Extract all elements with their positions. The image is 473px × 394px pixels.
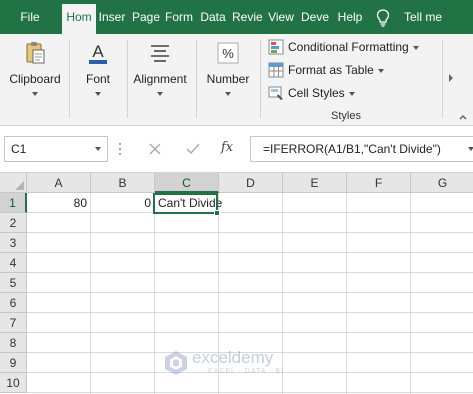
row-header-1[interactable]: 1 — [0, 193, 27, 213]
fill-handle[interactable] — [214, 210, 220, 216]
gridline — [27, 392, 473, 393]
align-icon — [151, 45, 169, 62]
ribbon-divider — [442, 40, 443, 118]
exceldemy-watermark: exceldemy EXCEL · DATA · BI — [164, 348, 304, 380]
tab-data[interactable]: Data — [198, 0, 228, 34]
row-header-10[interactable]: 10 — [0, 373, 27, 393]
row-header-6[interactable]: 6 — [0, 293, 27, 313]
tab-page-layout[interactable]: Page — [131, 0, 161, 34]
tab-review[interactable]: Revie — [232, 0, 262, 34]
name-box-value: C1 — [11, 142, 27, 156]
row-header-9[interactable]: 9 — [0, 353, 27, 373]
cell-styles-label: Cell Styles — [288, 86, 345, 100]
font-color-icon: A — [89, 42, 107, 64]
chevron-down-icon — [32, 92, 38, 96]
insert-function-icon[interactable]: fx — [221, 138, 239, 158]
format-table-icon — [268, 62, 284, 78]
ribbon-home: Clipboard A Font Alignment % Number Cond… — [0, 34, 473, 126]
formula-bar-grip-icon[interactable] — [118, 140, 122, 158]
active-cell-border — [153, 193, 218, 214]
conditional-formatting-label: Conditional Formatting — [288, 40, 409, 54]
alignment-button[interactable]: Alignment — [128, 38, 192, 98]
chevron-down-icon — [377, 68, 384, 73]
column-header-c[interactable]: C — [155, 173, 219, 193]
alignment-label: Alignment — [133, 72, 187, 86]
row-header-3[interactable]: 3 — [0, 233, 27, 253]
chevron-down-icon — [225, 92, 231, 96]
row-header-7[interactable]: 7 — [0, 313, 27, 333]
font-button[interactable]: A Font — [70, 38, 126, 98]
cell-styles-icon — [268, 86, 283, 100]
tab-file[interactable]: File — [8, 0, 52, 34]
row-header-5[interactable]: 5 — [0, 273, 27, 293]
column-header-e[interactable]: E — [283, 173, 347, 193]
name-box[interactable]: C1 — [4, 136, 108, 162]
svg-text:A: A — [92, 42, 104, 61]
number-button[interactable]: % Number — [199, 38, 257, 98]
tab-formulas[interactable]: Form — [165, 0, 193, 34]
clipboard-button[interactable]: Clipboard — [2, 38, 68, 98]
select-all-triangle-icon — [15, 181, 24, 190]
column-header-f[interactable]: F — [347, 173, 411, 193]
formula-bar: C1 fx =IFERROR(A1/B1,"Can't Divide") — [0, 126, 473, 172]
format-as-table-label: Format as Table — [288, 63, 374, 77]
conditional-formatting-icon — [268, 39, 284, 55]
watermark-name: exceldemy — [192, 348, 274, 367]
exceldemy-logo-icon — [165, 351, 187, 375]
column-header-b[interactable]: B — [91, 173, 155, 193]
tell-me-search[interactable]: Tell me — [404, 0, 442, 34]
expand-formula-bar-icon[interactable] — [468, 147, 473, 151]
clipboard-label: Clipboard — [9, 72, 61, 86]
ribbon-tab-bar: File Hom Inser Page Form Data Revie View… — [0, 0, 473, 34]
chevron-down-icon[interactable] — [95, 147, 101, 151]
watermark-tagline: EXCEL · DATA · BI — [208, 368, 284, 375]
gridline — [27, 332, 473, 333]
tab-view[interactable]: View — [266, 0, 296, 34]
styles-group-label: Styles — [331, 110, 361, 122]
ribbon-scroll-right-icon[interactable] — [449, 74, 453, 82]
svg-text:%: % — [222, 46, 234, 61]
clipboard-group: Clipboard — [2, 34, 68, 124]
cancel-icon[interactable] — [146, 140, 164, 158]
column-header-d[interactable]: D — [219, 173, 283, 193]
ribbon-divider — [196, 40, 197, 118]
lightbulb-icon[interactable] — [376, 9, 390, 27]
chevron-down-icon — [412, 45, 419, 50]
tab-home[interactable]: Hom — [62, 4, 96, 34]
tab-developer[interactable]: Deve — [300, 0, 330, 34]
gridline — [27, 252, 473, 253]
column-header-g[interactable]: G — [411, 173, 473, 193]
chevron-down-icon — [95, 92, 101, 96]
row-header-2[interactable]: 2 — [0, 213, 27, 233]
percent-icon: % — [217, 42, 239, 64]
gridline — [90, 193, 91, 394]
alignment-group: Alignment — [128, 34, 192, 124]
chevron-down-icon — [348, 91, 355, 96]
collapse-ribbon-icon[interactable] — [459, 114, 467, 120]
ribbon-divider — [260, 40, 261, 118]
row-header-4[interactable]: 4 — [0, 253, 27, 273]
number-group: % Number — [199, 34, 257, 124]
gridline — [27, 312, 473, 313]
cell-b1[interactable]: 0 — [91, 193, 154, 213]
column-header-a[interactable]: A — [27, 173, 91, 193]
check-icon[interactable] — [184, 140, 202, 158]
row-header-8[interactable]: 8 — [0, 333, 27, 353]
tab-insert[interactable]: Inser — [97, 0, 127, 34]
gridline — [154, 193, 155, 394]
gridline — [346, 193, 347, 394]
paste-icon — [26, 42, 45, 64]
formula-input[interactable]: =IFERROR(A1/B1,"Can't Divide") — [250, 136, 473, 162]
gridline — [410, 193, 411, 394]
tab-help[interactable]: Help — [334, 0, 366, 34]
cell-a1[interactable]: 80 — [27, 193, 90, 213]
number-label: Number — [206, 72, 250, 86]
font-group: A Font — [70, 34, 126, 124]
chevron-down-icon — [157, 92, 163, 96]
gridline — [27, 232, 473, 233]
select-all-button[interactable] — [0, 173, 27, 193]
gridline — [27, 272, 473, 273]
gridline — [27, 292, 473, 293]
font-label: Font — [85, 72, 110, 86]
